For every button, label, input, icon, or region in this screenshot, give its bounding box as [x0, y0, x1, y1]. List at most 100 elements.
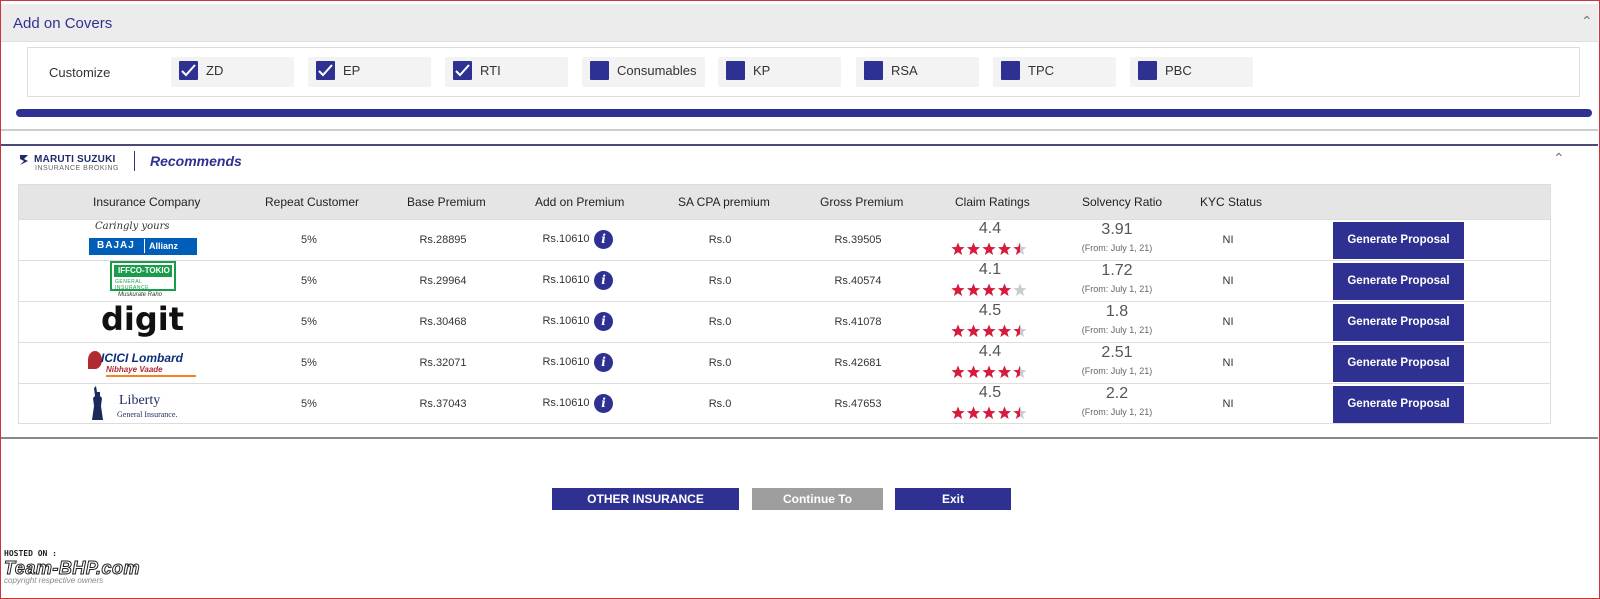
check-icon	[318, 64, 333, 77]
star-icon	[1013, 324, 1027, 337]
star-icon	[998, 283, 1011, 296]
cover-option-4[interactable]: KP	[718, 57, 841, 87]
cover-option-0[interactable]: ZD	[171, 57, 294, 87]
sa-cpa-premium-cell: Rs.0	[708, 316, 732, 328]
kyc-status-cell: NI	[1222, 316, 1234, 328]
claim-rating-value: 4.5	[978, 302, 1002, 319]
checkbox-checked[interactable]	[453, 61, 472, 80]
cover-label: KP	[753, 63, 771, 78]
star-icon	[982, 406, 996, 419]
statue-of-liberty-icon	[92, 386, 103, 420]
collapse-caret-icon[interactable]: ⌃	[1553, 150, 1565, 167]
checkbox-unchecked[interactable]	[864, 61, 883, 80]
generate-proposal-button[interactable]: Generate Proposal	[1333, 304, 1464, 341]
star-icon	[1013, 406, 1027, 419]
base-premium-cell: Rs.30468	[419, 316, 467, 328]
star-rating	[951, 242, 1027, 255]
continue-to-receipting-button[interactable]: Continue To Receipting	[752, 488, 883, 528]
addon-covers-header[interactable]: Add on Covers ⌃	[1, 4, 1598, 42]
solvency-ratio-note: (From: July 1, 21)	[1081, 243, 1153, 253]
star-rating	[951, 406, 1027, 419]
star-icon	[982, 283, 996, 296]
star-icon	[982, 324, 996, 337]
brand-name: MARUTI SUZUKI	[34, 154, 116, 165]
logo-tagline: Caringly yours	[95, 221, 170, 232]
other-insurance-companies-button[interactable]: OTHER INSURANCE COMPANIES	[552, 488, 739, 528]
checkbox-checked[interactable]	[179, 61, 198, 80]
info-icon[interactable]: i	[594, 353, 613, 372]
solvency-ratio-note: (From: July 1, 21)	[1081, 366, 1153, 376]
checkbox-unchecked[interactable]	[590, 61, 609, 80]
star-icon	[967, 242, 980, 255]
gross-premium-cell: Rs.40574	[834, 275, 882, 287]
cover-option-2[interactable]: RTI	[445, 57, 568, 87]
header-addon-premium: Add on Premium	[535, 195, 625, 209]
sa-cpa-premium-cell: Rs.0	[708, 357, 732, 369]
checkbox-unchecked[interactable]	[726, 61, 745, 80]
star-icon	[982, 242, 996, 255]
header-kyc-status: KYC Status	[1200, 195, 1263, 209]
claim-rating-value: 4.4	[978, 343, 1002, 360]
generate-proposal-button[interactable]: Generate Proposal	[1333, 263, 1464, 300]
cover-option-6[interactable]: TPC	[993, 57, 1116, 87]
solvency-ratio-note: (From: July 1, 21)	[1081, 325, 1153, 335]
info-icon[interactable]: i	[594, 312, 613, 331]
generate-proposal-button[interactable]: Generate Proposal	[1333, 345, 1464, 382]
base-premium-cell: Rs.29964	[419, 275, 467, 287]
claim-rating-stars	[951, 406, 1029, 425]
base-premium-cell: Rs.32071	[419, 357, 467, 369]
checkbox-unchecked[interactable]	[1001, 61, 1020, 80]
star-icon	[967, 365, 980, 378]
addon-covers-title: Add on Covers	[13, 15, 113, 32]
customize-panel: Customize ZD EP RTI Consumables KP RSA TPC PBC	[27, 47, 1580, 97]
info-icon[interactable]: i	[594, 394, 613, 413]
star-icon	[998, 406, 1011, 419]
info-icon[interactable]: i	[594, 271, 613, 290]
collapse-caret-icon[interactable]: ⌃	[1581, 13, 1593, 30]
cover-option-3[interactable]: Consumables	[582, 57, 705, 87]
cover-label: Consumables	[617, 63, 697, 78]
table-row: Caringly yours BAJAJ Allianz 5% Rs.28895 Rs.1…	[19, 219, 1550, 260]
divider	[1, 144, 1598, 146]
customize-label: Customize	[49, 65, 111, 80]
generate-proposal-button[interactable]: Generate Proposal	[1333, 222, 1464, 259]
sa-cpa-premium-cell: Rs.0	[708, 234, 732, 246]
star-icon	[967, 324, 980, 337]
logo-tagline: Muskurate Raho	[118, 292, 163, 298]
star-icon	[1013, 365, 1027, 378]
liberty-logo: Liberty General Insurance.	[88, 386, 200, 424]
check-icon	[455, 64, 470, 77]
star-rating	[951, 365, 1027, 378]
checkbox-unchecked[interactable]	[1138, 61, 1157, 80]
star-icon	[998, 242, 1011, 255]
solvency-ratio-note: (From: July 1, 21)	[1081, 284, 1153, 294]
brand-sub: INSURANCE BROKING	[35, 165, 119, 172]
logo-tagline: Nibhaye Vaade	[106, 365, 163, 374]
info-icon[interactable]: i	[594, 230, 613, 249]
addon-premium-cell: Rs.10610	[542, 233, 590, 245]
logo-main: BAJAJ	[97, 240, 135, 251]
gross-premium-cell: Rs.47653	[834, 398, 882, 410]
sa-cpa-premium-cell: Rs.0	[708, 398, 732, 410]
claim-rating-stars	[951, 365, 1029, 384]
cover-option-1[interactable]: EP	[308, 57, 431, 87]
claim-rating-stars	[951, 242, 1029, 261]
cover-option-7[interactable]: PBC	[1130, 57, 1253, 87]
kyc-status-cell: NI	[1222, 234, 1234, 246]
exit-button[interactable]: Exit	[895, 488, 1011, 510]
addon-premium-cell: Rs.10610	[542, 315, 590, 327]
star-icon	[982, 365, 996, 378]
generate-proposal-button[interactable]: Generate Proposal	[1333, 386, 1464, 423]
star-icon	[1013, 242, 1027, 255]
quotes-table: Insurance Company Repeat Customer Base P…	[18, 184, 1551, 424]
table-header: Insurance Company Repeat Customer Base P…	[19, 185, 1550, 219]
star-icon	[1013, 283, 1027, 296]
kyc-status-cell: NI	[1222, 357, 1234, 369]
star-rating	[951, 324, 1027, 337]
watermark: HOSTED ON : Team-BHP.com copyright respe…	[3, 549, 140, 585]
solvency-ratio-value: 2.51	[1101, 344, 1133, 361]
repeat-customer-cell: 5%	[301, 234, 317, 246]
cover-option-5[interactable]: RSA	[856, 57, 979, 87]
table-row: ICICI Lombard Nibhaye Vaade 5% Rs.32071 Rs.1…	[19, 342, 1550, 383]
checkbox-checked[interactable]	[316, 61, 335, 80]
